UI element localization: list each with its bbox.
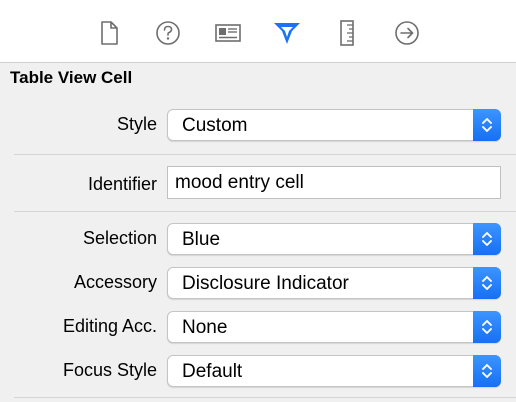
inspector-toolbar bbox=[0, 0, 516, 63]
chevron-up-down-icon bbox=[473, 311, 501, 343]
divider bbox=[14, 154, 516, 155]
connections-inspector-icon[interactable] bbox=[392, 18, 422, 48]
focus-style-value: Default bbox=[182, 361, 243, 382]
identity-inspector-icon[interactable] bbox=[213, 18, 243, 48]
file-inspector-icon[interactable] bbox=[94, 18, 124, 48]
accessory-value: Disclosure Indicator bbox=[182, 273, 349, 294]
focus-style-label: Focus Style bbox=[62, 360, 157, 380]
style-value: Custom bbox=[182, 115, 248, 136]
size-inspector-icon[interactable] bbox=[332, 18, 362, 48]
editing-acc-label: Editing Acc. bbox=[62, 316, 157, 336]
editing-acc-popup[interactable]: None bbox=[167, 311, 501, 343]
selection-label: Selection bbox=[82, 228, 157, 248]
chevron-up-down-icon bbox=[473, 267, 501, 299]
identifier-field[interactable] bbox=[167, 166, 501, 199]
chevron-up-down-icon bbox=[473, 109, 501, 141]
accessory-popup[interactable]: Disclosure Indicator bbox=[167, 267, 501, 299]
divider bbox=[14, 211, 516, 212]
focus-style-popup[interactable]: Default bbox=[167, 355, 501, 387]
attributes-inspector-icon[interactable] bbox=[272, 18, 302, 48]
chevron-up-down-icon bbox=[473, 355, 501, 387]
selection-value: Blue bbox=[182, 229, 221, 250]
quick-help-icon[interactable] bbox=[153, 18, 183, 48]
chevron-up-down-icon bbox=[473, 223, 501, 255]
accessory-label: Accessory bbox=[73, 272, 157, 292]
identifier-label: Identifier bbox=[87, 174, 157, 194]
style-label: Style bbox=[116, 114, 157, 134]
divider bbox=[14, 397, 516, 398]
selection-popup[interactable]: Blue bbox=[167, 223, 501, 255]
section-title: Table View Cell bbox=[10, 68, 133, 87]
editing-acc-value: None bbox=[182, 317, 228, 338]
style-popup[interactable]: Custom bbox=[167, 109, 501, 141]
